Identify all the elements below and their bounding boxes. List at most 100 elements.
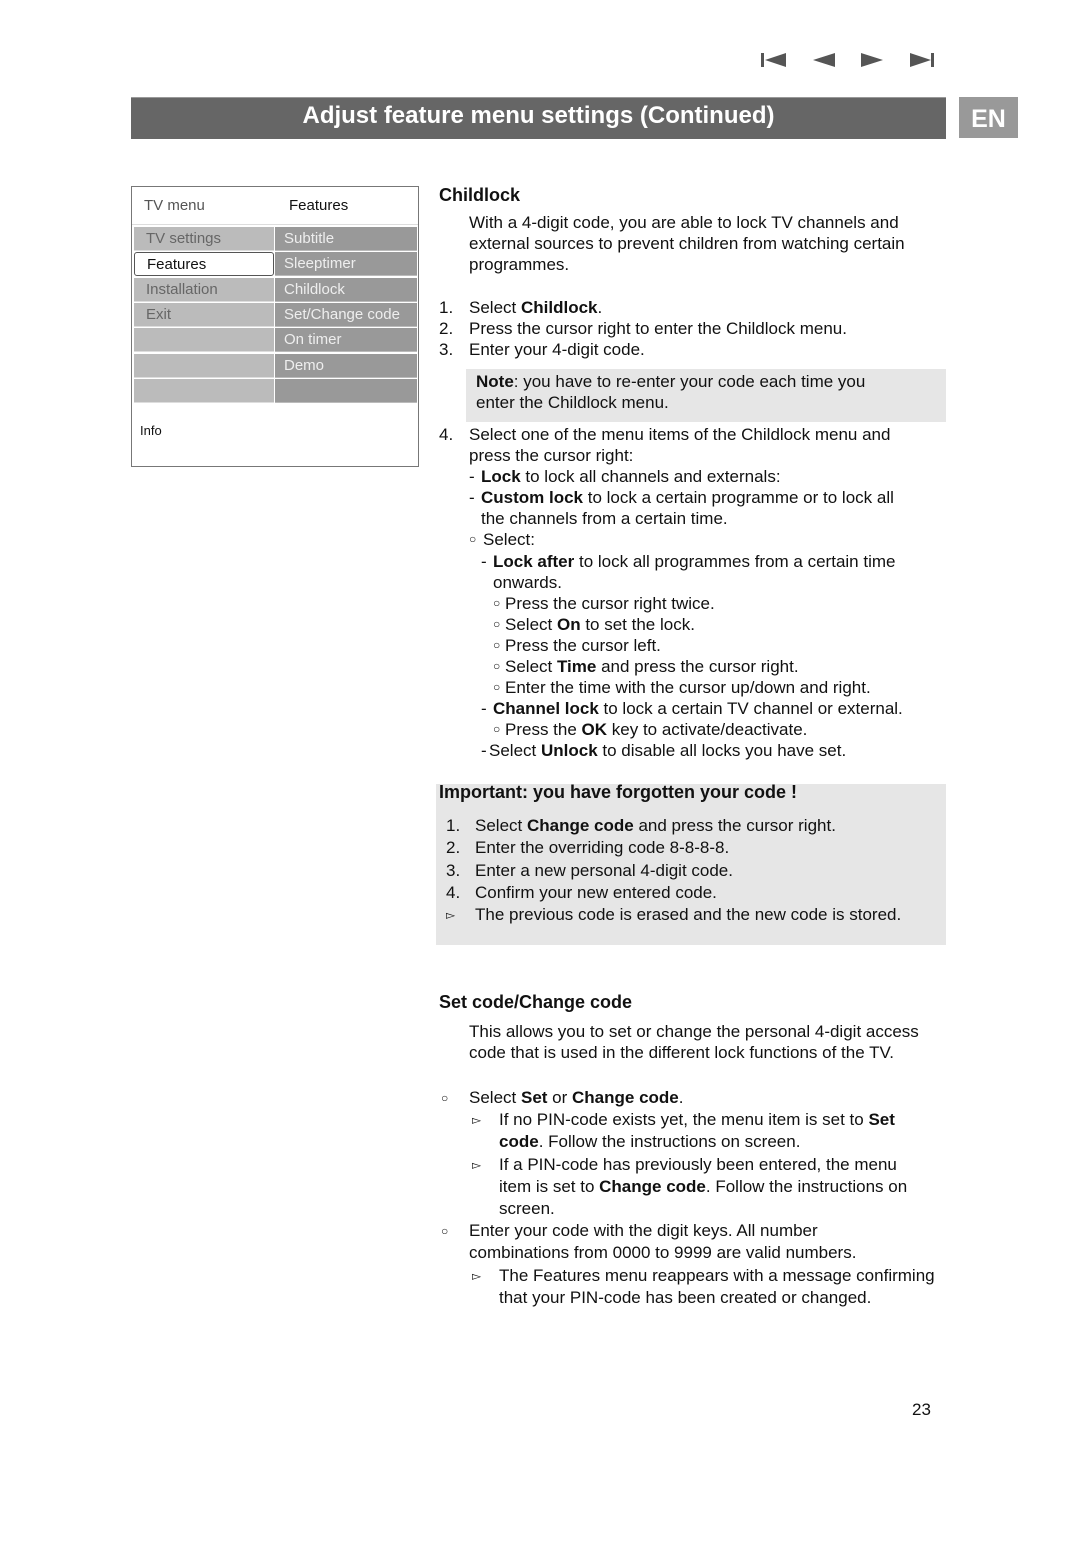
text-line: - Select Unlock to disable all locks you … (439, 740, 947, 761)
line-text: Select On to set the lock. (505, 614, 695, 635)
text-line: onwards. (439, 572, 947, 593)
text-line: ▻ If a PIN-code has previously been enter… (439, 1154, 947, 1176)
important-heading: Important: you have forgotten your code … (439, 782, 798, 802)
bullet-marker: ○ (441, 1091, 449, 1105)
bullet-marker: 3. (446, 860, 461, 880)
text-segment: Select (505, 614, 557, 634)
line-text: Press the cursor right twice. (505, 593, 715, 614)
text-segment: Enter your code with the digit keys. All… (469, 1221, 818, 1241)
text-segment: to lock a certain programme or to lock a… (583, 488, 894, 508)
setcode-intro: This allows you to set or change the per… (439, 1021, 947, 1063)
skip-back-icon[interactable] (760, 50, 788, 70)
text-line: ▻ The Features menu reappears with a mess… (439, 1265, 947, 1287)
text-segment: screen. (499, 1198, 555, 1218)
text-segment: Select (489, 741, 541, 761)
line-text: that your PIN-code has been created or c… (499, 1287, 871, 1309)
line-text: item is set to Change code. Follow the i… (499, 1176, 907, 1198)
text-segment: Press the (505, 720, 582, 740)
text-line: This allows you to set or change the per… (439, 1021, 947, 1042)
bullet-marker: 1. (439, 298, 454, 317)
text-segment: Press the cursor right to enter the Chil… (469, 319, 847, 339)
bullet-marker: - (481, 699, 487, 719)
bold-term: Time (556, 657, 597, 677)
text-segment: . (678, 1088, 684, 1107)
text-line: 1. Select Change code and press the curso… (439, 815, 947, 837)
tv-menu-illustration: TV menu Features TV settings Features Inst… (131, 186, 419, 467)
text-segment: or (547, 1088, 573, 1107)
bullet-marker: 3. (439, 340, 454, 360)
text-line: programmes. (439, 254, 947, 275)
text-segment: the channels from a certain time. (481, 509, 728, 529)
bullet-marker: - (469, 488, 475, 508)
bold-term: Lock after (493, 551, 575, 571)
line-text: Lock to lock all channels and externals: (481, 466, 781, 487)
bold-term: Set (520, 1088, 548, 1107)
text-segment: to lock all programmes from a certain ti… (574, 551, 896, 571)
text-segment: Select (469, 298, 521, 317)
line-text: Enter your code with the digit keys. All… (469, 1220, 818, 1242)
text-line: ○ Enter the time with the cursor up/down … (439, 677, 947, 698)
bullet-marker: ▻ (446, 908, 456, 922)
text-segment: The Features menu reappears with a messa… (499, 1265, 935, 1285)
text-segment: Press the cursor right twice. (505, 593, 715, 613)
text-line: ○ Select On to set the lock. (439, 614, 947, 635)
line-text: Press the cursor right to enter the Chil… (469, 318, 847, 339)
menu-item-left (134, 378, 274, 403)
text-segment: to set the lock. (580, 614, 695, 634)
menu-item-left: Exit (134, 302, 274, 327)
text-segment: Enter the overriding code 8-8-8-8. (475, 838, 730, 858)
text-line: combinations from 0000 to 9999 are valid… (439, 1242, 947, 1264)
line-text: onwards. (493, 572, 562, 593)
bold-term: Channel lock (493, 699, 599, 719)
menu-item-left (134, 353, 274, 378)
bold-term: Change code (599, 1176, 706, 1196)
text-segment: item is set to (499, 1176, 600, 1196)
text-line: ○ Press the OK key to activate/deactivate… (439, 719, 947, 740)
text-line: press the cursor right: (439, 445, 947, 466)
previous-icon[interactable] (810, 50, 838, 70)
bullet-marker: ▻ (472, 1268, 482, 1283)
text-line: code. Follow the instructions on screen. (439, 1131, 947, 1153)
text-line: ○ Press the cursor left. (439, 635, 947, 656)
menu-item-right: Subtitle (275, 227, 417, 251)
text-line: - Lock after to lock all programmes from … (439, 551, 947, 572)
line-text: enter the Childlock menu. (476, 392, 669, 413)
text-segment: The previous code is erased and the new … (475, 905, 902, 924)
menu-item-right: On timer (275, 328, 417, 353)
text-line: enter the Childlock menu. (439, 392, 947, 413)
line-text: If no PIN-code exists yet, the menu item… (499, 1109, 895, 1131)
text-segment: onwards. (493, 572, 562, 592)
text-segment: . (597, 298, 603, 317)
line-text: Enter the overriding code 8-8-8-8. (475, 837, 729, 859)
line-text: The Features menu reappears with a messa… (499, 1265, 935, 1287)
line-text: Press the OK key to activate/deactivate. (505, 719, 807, 740)
line-text: Channel lock to lock a certain TV channe… (493, 698, 903, 719)
text-line: screen. (439, 1198, 947, 1220)
page-title: Adjust feature menu settings (Continued) (131, 97, 946, 139)
bold-term: Change code (572, 1088, 679, 1107)
line-text: Select Time and press the cursor right. (505, 656, 799, 677)
info-label: Info (140, 423, 162, 438)
setcode-heading: Set code/Change code (439, 992, 633, 1012)
menu-item-left: TV settings (134, 227, 274, 251)
text-line: 2. Enter the overriding code 8-8-8-8. (439, 837, 947, 859)
text-segment: If a PIN-code has previously been entere… (499, 1154, 897, 1174)
line-text: Confirm your new entered code. (475, 882, 717, 904)
line-text: combinations from 0000 to 9999 are valid… (469, 1242, 856, 1264)
bold-term: Custom lock (481, 488, 584, 508)
text-segment: With a 4-digit code, you are able to loc… (469, 213, 899, 232)
bullet-marker: ▻ (472, 1113, 482, 1128)
tv-menu-title: TV menu (144, 197, 205, 214)
line-text: Enter the time with the cursor up/down a… (505, 677, 871, 698)
bullet-marker: 4. (446, 882, 461, 902)
bullet-marker: ○ (493, 680, 501, 695)
line-text: Custom lock to lock a certain programme … (481, 487, 894, 508)
childlock-heading: Childlock (439, 185, 521, 205)
text-segment: enter the Childlock menu. (476, 393, 669, 413)
text-segment: that your PIN-code has been created or c… (499, 1287, 872, 1307)
features-title: Features (289, 197, 349, 214)
next-icon[interactable] (858, 50, 886, 70)
text-segment: and press the cursor right. (633, 816, 836, 835)
skip-forward-icon[interactable] (908, 50, 936, 70)
text-line: external sources to prevent children fro… (439, 233, 947, 254)
